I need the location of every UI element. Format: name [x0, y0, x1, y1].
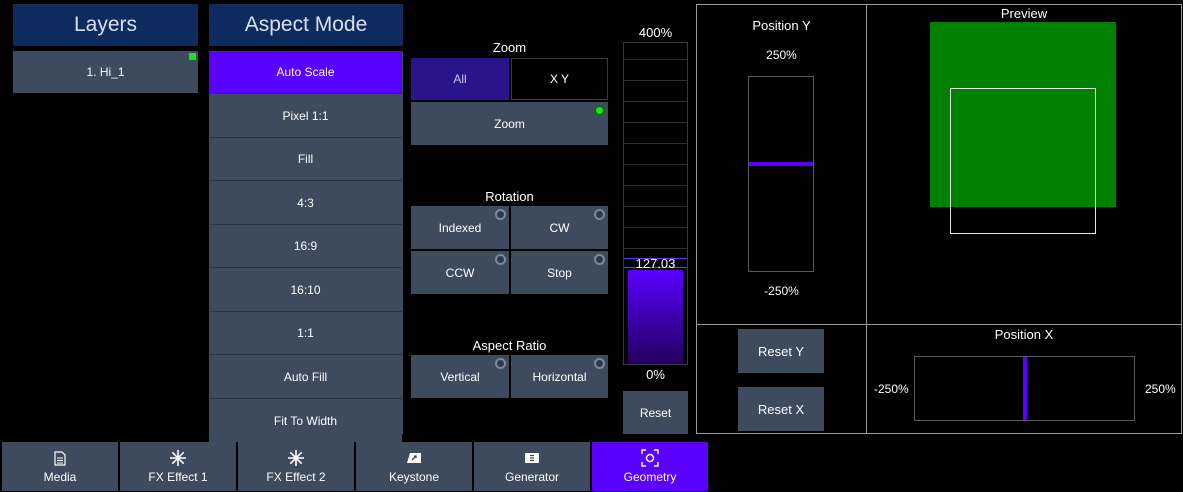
rotation-title: Rotation	[485, 189, 534, 204]
preview-panel: Preview	[866, 4, 1182, 325]
reset-y-button[interactable]: Reset Y	[738, 329, 824, 373]
reset-x-button[interactable]: Reset X	[738, 387, 824, 431]
position-x-slider[interactable]	[914, 356, 1135, 421]
position-x-min-label: -250%	[874, 382, 909, 396]
tab-keystone[interactable]: Keystone	[356, 442, 472, 491]
tab-fx-effect-1[interactable]: FX Effect 1	[120, 442, 236, 491]
zoom-status-led	[594, 105, 605, 116]
position-y-panel: Position Y 250% -250%	[696, 4, 867, 325]
tab-generator-label: Generator	[504, 469, 560, 484]
zoom-button-label: Zoom	[494, 116, 525, 131]
position-y-min-label: -250%	[764, 284, 799, 298]
zoom-slider-fill	[628, 270, 683, 364]
position-y-handle[interactable]	[749, 162, 813, 166]
zoom-slider-track[interactable]	[623, 42, 688, 365]
tab-keystone-label: Keystone	[388, 469, 440, 484]
rotation-stop-label: Stop	[547, 265, 572, 280]
aspect-1-1[interactable]: 1:1	[209, 312, 402, 355]
position-y-title: Position Y	[752, 18, 811, 33]
aspect-16-9[interactable]: 16:9	[209, 225, 402, 268]
tab-generator[interactable]: Generator	[474, 442, 590, 491]
generator-icon	[525, 450, 539, 467]
layers-header: Layers	[13, 4, 198, 46]
position-x-panel: Position X -250% 250%	[866, 324, 1182, 434]
rotation-ccw-button[interactable]: CCW	[411, 251, 509, 294]
aspect-fill[interactable]: Fill	[209, 138, 402, 181]
aspect-ratio-vertical-led	[495, 358, 506, 369]
preview-title: Preview	[1000, 6, 1048, 21]
rotation-cw-led	[594, 209, 605, 220]
rotation-stop-button[interactable]: Stop	[511, 251, 608, 294]
rotation-indexed-button[interactable]: Indexed	[411, 206, 509, 249]
reset-panel: Reset Y Reset X	[696, 324, 867, 434]
aspect-ratio-horizontal-label: Horizontal	[532, 369, 587, 384]
rotation-ccw-led	[495, 254, 506, 265]
layer-active-indicator	[189, 53, 196, 60]
tab-fx-effect-1-label: FX Effect 1	[148, 469, 208, 484]
position-y-slider[interactable]	[748, 76, 814, 272]
preview-output-frame	[950, 88, 1096, 234]
position-x-title: Position X	[994, 327, 1054, 342]
tab-media-label: Media	[43, 469, 77, 484]
zoom-slider-value: 127.03	[635, 256, 676, 271]
aspect-ratio-vertical-button[interactable]: Vertical	[411, 355, 509, 398]
rotation-stop-led	[594, 254, 605, 265]
document-icon	[54, 450, 66, 467]
rotation-indexed-label: Indexed	[438, 220, 482, 235]
zoom-reset-button[interactable]: Reset	[623, 391, 688, 434]
aspect-fit-to-width[interactable]: Fit To Width	[209, 399, 402, 442]
aspect-auto-fill[interactable]: Auto Fill	[209, 356, 402, 399]
zoom-slider-min-label: 0%	[646, 367, 665, 382]
aspect-16-10[interactable]: 16:10	[209, 269, 402, 312]
layer-item-1[interactable]: 1. Hi_1	[13, 51, 198, 93]
layer-item-label: 1. Hi_1	[86, 65, 125, 79]
tab-geometry-label: Geometry	[623, 469, 677, 484]
aspect-ratio-vertical-label: Vertical	[440, 369, 480, 384]
rotation-indexed-led	[495, 209, 506, 220]
tab-media[interactable]: Media	[2, 442, 118, 491]
tab-geometry[interactable]: Geometry	[592, 442, 708, 491]
aspect-pixel-1-1[interactable]: Pixel 1:1	[209, 95, 402, 138]
aspect-ratio-horizontal-led	[594, 358, 605, 369]
zoom-title: Zoom	[492, 40, 527, 55]
position-x-handle[interactable]	[1023, 357, 1027, 420]
aspect-ratio-title: Aspect Ratio	[472, 338, 547, 353]
aspect-auto-scale[interactable]: Auto Scale	[209, 51, 402, 94]
zoom-xy-button[interactable]: X Y	[511, 58, 608, 100]
rotation-cw-label: CW	[549, 220, 570, 235]
sparkle-icon	[170, 450, 186, 467]
aspect-ratio-horizontal-button[interactable]: Horizontal	[511, 355, 608, 398]
aspect-4-3[interactable]: 4:3	[209, 182, 402, 225]
rotation-cw-button[interactable]: CW	[511, 206, 608, 249]
sparkle-icon	[288, 450, 304, 467]
tab-fx-effect-2[interactable]: FX Effect 2	[238, 442, 354, 491]
aspect-mode-header: Aspect Mode	[209, 4, 403, 46]
tab-fx-effect-2-label: FX Effect 2	[266, 469, 326, 484]
zoom-button[interactable]: Zoom	[411, 102, 608, 145]
geometry-icon	[641, 449, 659, 467]
zoom-slider-max-label: 400%	[638, 25, 673, 40]
position-x-max-label: 250%	[1145, 382, 1176, 396]
rotation-ccw-label: CCW	[445, 265, 475, 280]
aspect-mode-list: Auto Scale Pixel 1:1 Fill 4:3 16:9 16:10…	[209, 51, 403, 442]
zoom-all-button[interactable]: All	[411, 58, 509, 100]
keystone-icon	[406, 450, 422, 467]
position-y-max-label: 250%	[766, 48, 797, 62]
